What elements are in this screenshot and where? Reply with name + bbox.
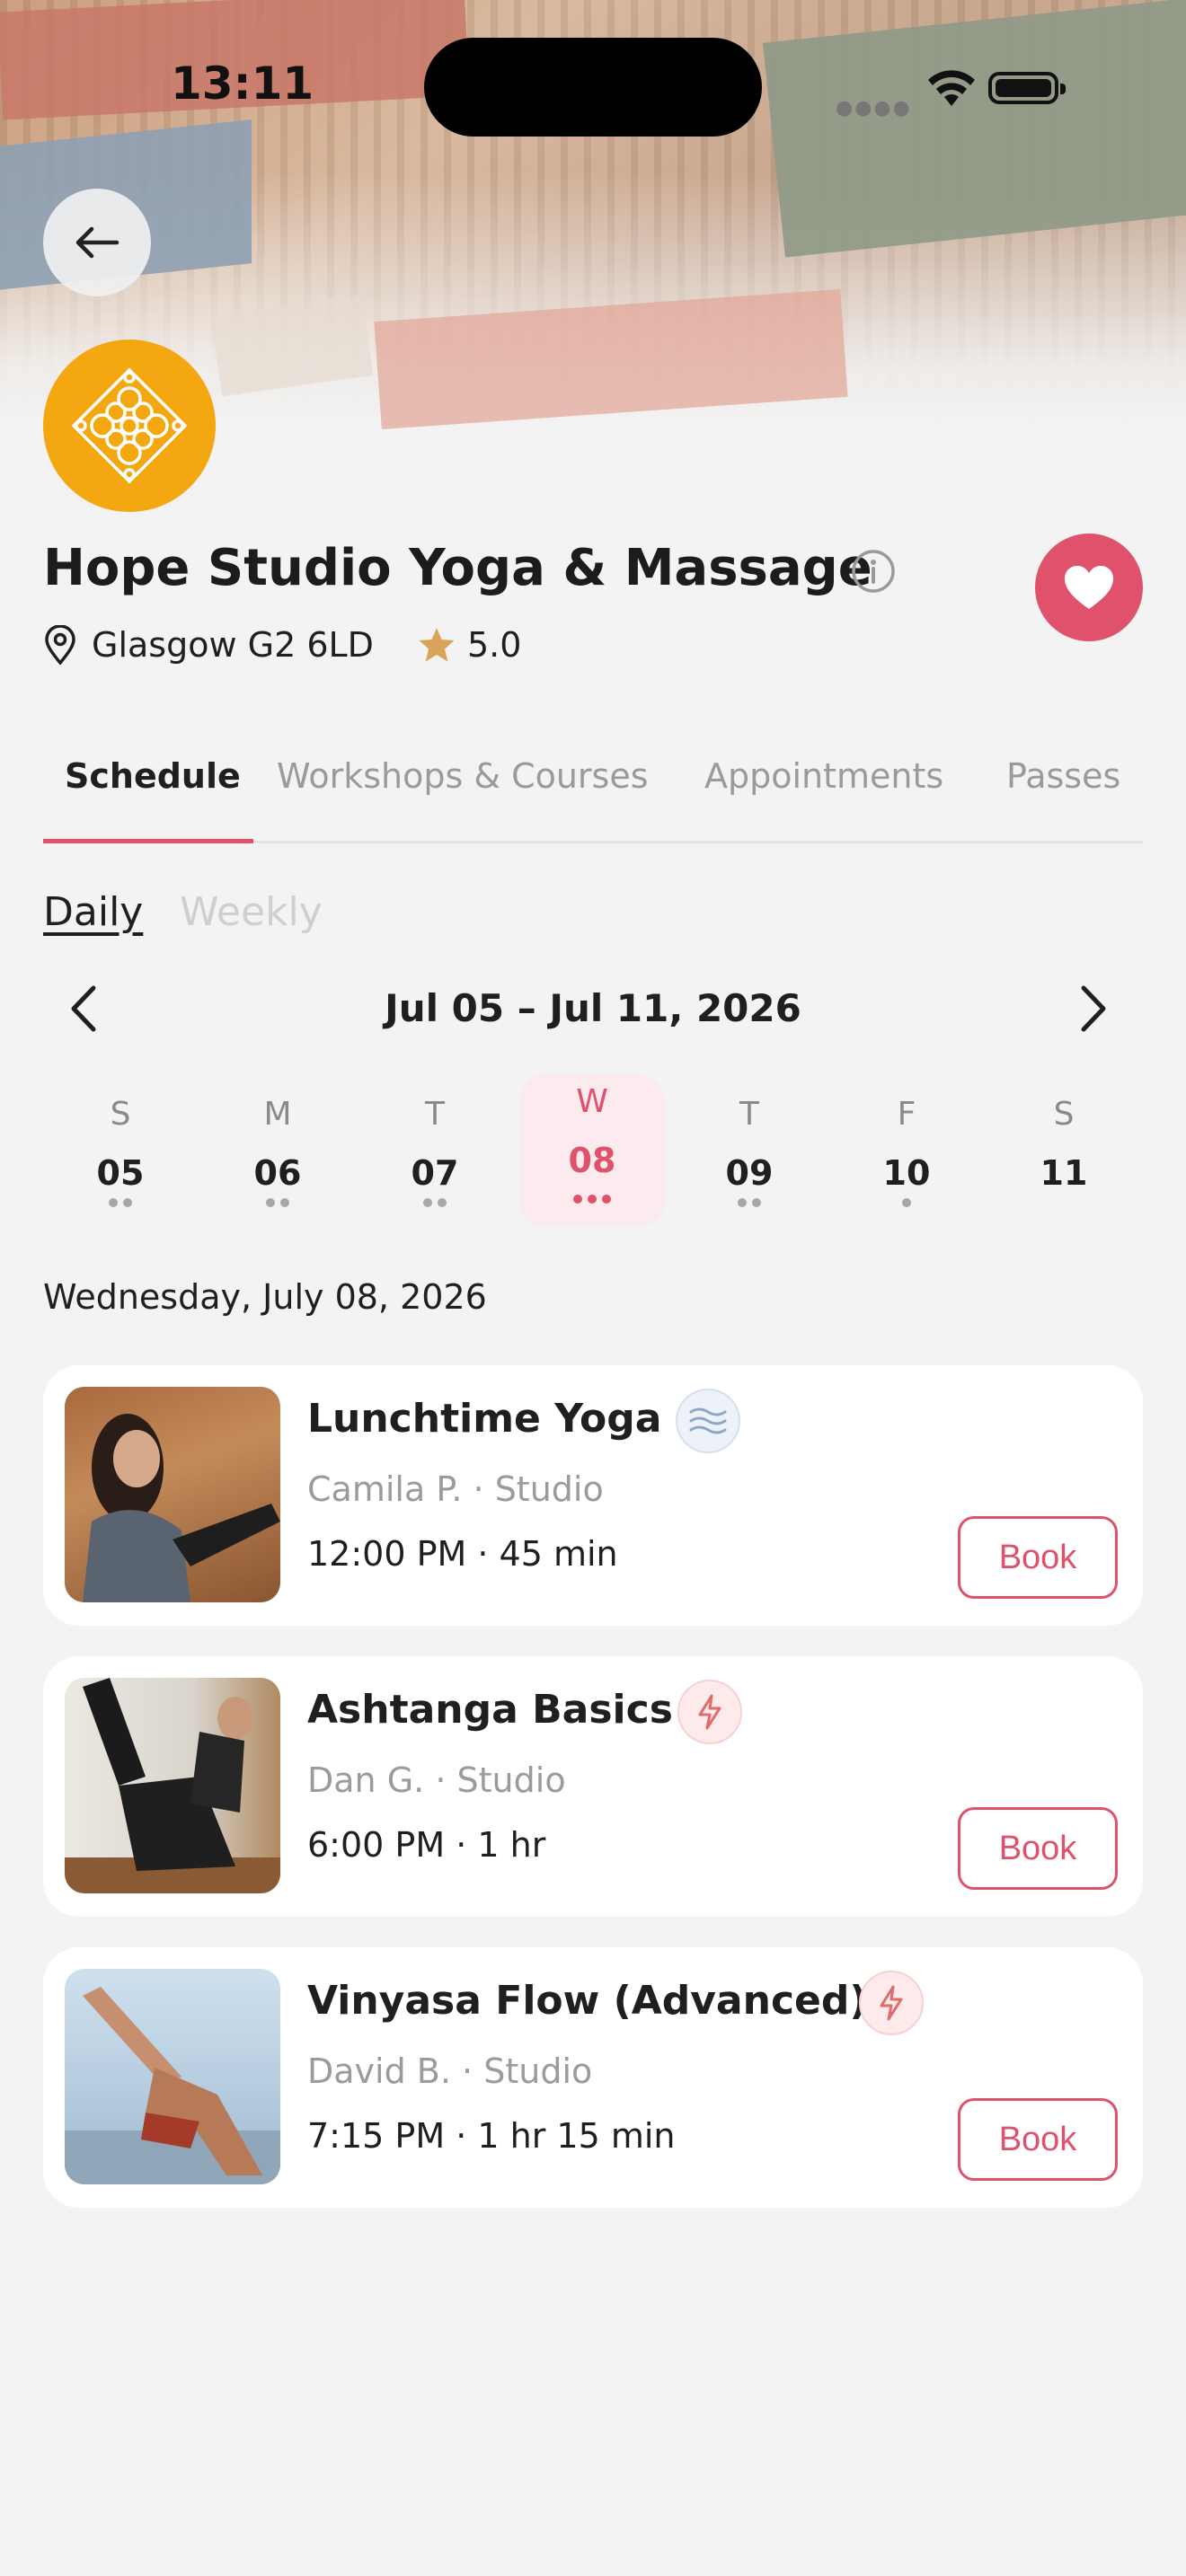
- arrow-left-icon: [75, 226, 119, 259]
- class-location: Studio: [456, 1760, 566, 1800]
- instructor-figure: [65, 1987, 280, 2184]
- star-icon: [419, 628, 455, 662]
- class-time: 6:00 PM · 1 hr: [307, 1825, 546, 1865]
- status-time: 13:11: [171, 57, 314, 110]
- day-number: 09: [725, 1153, 774, 1193]
- cover-block: [210, 295, 374, 397]
- location-pin-icon: [45, 625, 75, 665]
- favorite-button[interactable]: [1035, 534, 1143, 641]
- class-photo: [65, 1387, 280, 1602]
- lightning-icon: [859, 1971, 924, 2035]
- meta-separator: ·: [473, 1469, 484, 1509]
- studio-location: Glasgow G2 6LD: [92, 625, 374, 665]
- class-photo: [65, 1678, 280, 1893]
- class-name: Ashtanga Basics: [307, 1687, 673, 1733]
- selected-date-heading: Wednesday, July 08, 2026: [43, 1277, 487, 1317]
- day-mon-06[interactable]: M 06: [205, 1074, 350, 1227]
- day-number: 07: [411, 1153, 459, 1193]
- day-tue-07[interactable]: T 07: [362, 1074, 508, 1227]
- class-dots: [519, 1195, 665, 1204]
- day-number: 10: [882, 1153, 931, 1193]
- day-fri-10[interactable]: F 10: [834, 1074, 979, 1227]
- waves-icon: [676, 1389, 740, 1453]
- day-sat-11[interactable]: S 11: [991, 1074, 1137, 1227]
- class-card[interactable]: Ashtanga Basics Dan G. · Studio 6:00 PM …: [43, 1656, 1143, 1917]
- day-number: 08: [568, 1141, 616, 1180]
- signal-icon: ●●●●: [836, 97, 912, 119]
- book-button[interactable]: Book: [958, 1807, 1118, 1890]
- class-instructor-location: Camila P. · Studio: [307, 1469, 604, 1509]
- kolam-pattern-icon: [71, 367, 188, 484]
- book-button[interactable]: Book: [958, 2098, 1118, 2181]
- tab-appointments[interactable]: Appointments: [704, 756, 943, 796]
- view-weekly[interactable]: Weekly: [180, 889, 323, 935]
- day-label: T: [739, 1096, 759, 1133]
- studio-rating: 5.0: [466, 625, 522, 665]
- day-number: 06: [253, 1153, 302, 1193]
- class-location: Studio: [483, 2051, 593, 2091]
- class-dots: [48, 1198, 193, 1207]
- instructor-name: Camila P.: [307, 1469, 463, 1509]
- instructor-name: Dan G.: [307, 1760, 425, 1800]
- day-label: M: [263, 1096, 292, 1133]
- dynamic-island: [424, 38, 762, 137]
- class-instructor-location: Dan G. · Studio: [307, 1760, 566, 1800]
- day-label: W: [576, 1083, 608, 1120]
- class-dots: [205, 1198, 350, 1207]
- class-dots: [834, 1198, 979, 1207]
- instructor-figure: [83, 1414, 280, 1602]
- tab-schedule[interactable]: Schedule: [65, 756, 241, 796]
- section-tabs: Schedule Workshops & Courses Appointment…: [43, 745, 1143, 843]
- class-time: 12:00 PM · 45 min: [307, 1534, 618, 1574]
- meta-separator: ·: [462, 2051, 474, 2091]
- day-label: T: [425, 1096, 445, 1133]
- cover-mat-green: [762, 0, 1186, 258]
- lightning-icon: [677, 1680, 742, 1744]
- day-wed-08[interactable]: W 08: [519, 1074, 665, 1227]
- battery-icon: [988, 72, 1066, 104]
- class-dots: [677, 1198, 822, 1207]
- class-name: Vinyasa Flow (Advanced): [307, 1978, 868, 2024]
- day-sun-05[interactable]: S 05: [48, 1074, 193, 1227]
- class-card[interactable]: Lunchtime Yoga Camila P. · Studio 12:00 …: [43, 1365, 1143, 1626]
- class-time: 7:15 PM · 1 hr 15 min: [307, 2116, 676, 2156]
- day-label: S: [110, 1096, 131, 1133]
- studio-meta: Glasgow G2 6LD 5.0: [43, 620, 521, 670]
- class-dots: [362, 1198, 508, 1207]
- wifi-icon: [928, 70, 975, 106]
- status-icons: ●●●●: [836, 65, 1078, 119]
- instructor-figure: [65, 1678, 280, 1893]
- tab-workshops-courses[interactable]: Workshops & Courses: [277, 756, 649, 796]
- heart-icon: [1065, 566, 1113, 609]
- day-number: 05: [96, 1153, 145, 1193]
- instructor-name: David B.: [307, 2051, 451, 2091]
- class-instructor-location: David B. · Studio: [307, 2051, 592, 2091]
- day-number: 11: [1040, 1153, 1088, 1193]
- studio-name: Hope Studio Yoga & Massage: [43, 539, 872, 597]
- cover-mat-pink: [374, 289, 848, 429]
- date-range: Jul 05 – Jul 11, 2026: [385, 986, 801, 1030]
- tab-passes[interactable]: Passes: [1006, 756, 1120, 796]
- day-label: S: [1053, 1096, 1075, 1133]
- class-name: Lunchtime Yoga: [307, 1396, 662, 1442]
- class-location: Studio: [494, 1469, 604, 1509]
- day-thu-09[interactable]: T 09: [677, 1074, 822, 1227]
- chevron-right-icon[interactable]: [1078, 984, 1109, 1033]
- day-label: F: [897, 1096, 916, 1133]
- active-tab-indicator: [43, 839, 253, 843]
- class-photo: [65, 1969, 280, 2184]
- book-button[interactable]: Book: [958, 1516, 1118, 1599]
- back-button[interactable]: [43, 189, 151, 296]
- meta-separator: ·: [435, 1760, 447, 1800]
- class-card[interactable]: Vinyasa Flow (Advanced) David B. · Studi…: [43, 1947, 1143, 2208]
- studio-logo: [43, 340, 216, 512]
- view-daily[interactable]: Daily: [43, 889, 143, 935]
- info-icon[interactable]: [850, 548, 897, 595]
